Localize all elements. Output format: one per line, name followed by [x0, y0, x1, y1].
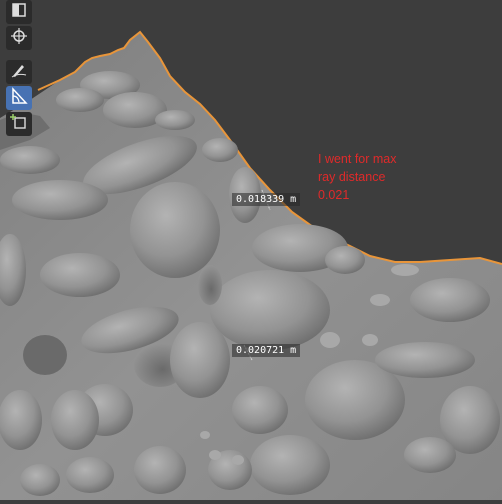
3d-viewport[interactable]: 0.018339 m 0.020721 m I went for max ray… — [0, 0, 502, 500]
sculpt-mesh — [0, 30, 502, 500]
annotation-note: I went for max ray distance 0.021 — [318, 150, 397, 204]
cursor-icon — [10, 27, 28, 49]
measure-tool[interactable] — [6, 86, 32, 110]
tool-shelf — [4, 0, 34, 138]
add-cube-icon — [10, 113, 28, 135]
select-box-icon — [10, 1, 28, 23]
annotate-icon — [10, 61, 28, 83]
annotate-tool[interactable] — [6, 60, 32, 84]
measurement-label-upper: 0.018339 m — [232, 193, 301, 206]
add-cube-tool[interactable] — [6, 112, 32, 136]
cursor-tool[interactable] — [6, 26, 32, 50]
annotation-line-2: ray distance — [318, 170, 386, 184]
measurement-label-lower: 0.020721 m — [232, 344, 301, 357]
measure-icon — [10, 87, 28, 109]
annotation-line-1: I went for max — [318, 152, 397, 166]
select-box-tool[interactable] — [6, 0, 32, 24]
annotation-line-3: 0.021 — [318, 188, 350, 202]
